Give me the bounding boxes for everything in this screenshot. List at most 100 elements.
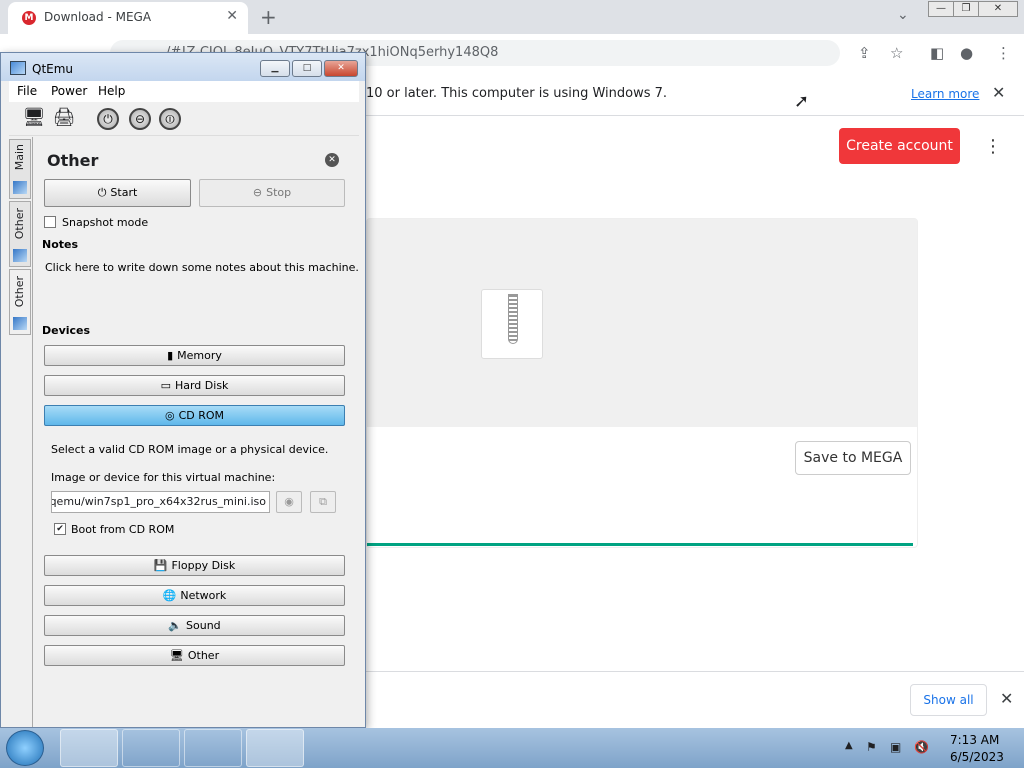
- snapshot-mode-checkbox[interactable]: [44, 216, 56, 228]
- tab-close-icon[interactable]: ✕: [226, 8, 238, 24]
- hard-disk-label: Hard Disk: [174, 379, 229, 392]
- menu-power[interactable]: Power: [51, 84, 87, 98]
- side-tab-other-label: Other: [13, 276, 26, 308]
- qtemu-machine-panel: Other ✕ ⏻ Start ⊖ Stop Snapshot mode Notes…: [32, 137, 359, 727]
- snapshot-mode-label: Snapshot mode: [62, 216, 149, 229]
- network-tray-icon[interactable]: ▣: [890, 740, 901, 754]
- show-all-downloads-button[interactable]: Show all: [910, 684, 987, 716]
- stop-label: Stop: [266, 186, 292, 199]
- save-to-mega-button[interactable]: Save to MEGA: [795, 441, 911, 475]
- boot-from-cdrom-checkbox[interactable]: ✔: [54, 523, 66, 535]
- clock-date[interactable]: 6/5/2023: [950, 750, 1004, 764]
- infobar-close-icon[interactable]: ✕: [992, 83, 1005, 102]
- other-device-button[interactable]: 🖥 Other: [44, 645, 345, 666]
- side-tab-other-2[interactable]: Other: [9, 269, 31, 335]
- network-label: Network: [180, 589, 227, 602]
- browser-tabbar: M Download - MEGA ✕ + ⌄ — ❐ ✕: [0, 0, 1024, 34]
- page-title: Other: [47, 151, 99, 170]
- menu-help[interactable]: Help: [98, 84, 125, 98]
- power-start-icon[interactable]: ⏻: [97, 108, 119, 130]
- qtemu-minimize-button[interactable]: ▁: [260, 60, 290, 77]
- image-label: Image or device for this virtual machine…: [51, 471, 276, 484]
- side-tab-other-label: Other: [13, 208, 26, 240]
- clock-time[interactable]: 7:13 AM: [950, 733, 999, 747]
- notes-field[interactable]: Click here to write down some notes abou…: [45, 261, 359, 274]
- side-tab-other-1[interactable]: Other: [9, 201, 31, 267]
- power-icon: ⏻: [97, 186, 107, 199]
- memory-button[interactable]: ▮ Memory: [44, 345, 345, 366]
- power-stop-icon[interactable]: ⊖: [129, 108, 151, 130]
- devices-heading: Devices: [42, 324, 91, 337]
- downloads-bar-close-icon[interactable]: ✕: [1000, 689, 1013, 708]
- tab-title: Download - MEGA: [44, 10, 152, 24]
- bookmark-star-icon[interactable]: ☆: [890, 44, 903, 62]
- qtemu-maximize-button[interactable]: □: [292, 60, 322, 77]
- cd-rom-label: CD ROM: [178, 409, 225, 422]
- more-options-icon[interactable]: ⋮: [984, 136, 1002, 157]
- qtemu-close-button[interactable]: ✕: [324, 60, 358, 77]
- floppy-label: Floppy Disk: [171, 559, 236, 572]
- download-progress-bar: [367, 543, 913, 546]
- start-button[interactable]: [6, 730, 44, 766]
- open-machine-icon[interactable]: 🖨: [51, 106, 77, 132]
- notes-heading: Notes: [42, 238, 79, 251]
- machine-icon: [13, 317, 27, 330]
- window-minimize-button[interactable]: —: [928, 1, 954, 17]
- sound-button[interactable]: 🔈 Sound: [44, 615, 345, 636]
- learn-more-link[interactable]: Learn more: [911, 87, 979, 101]
- memory-icon: ▮: [167, 349, 174, 362]
- network-globe-icon: 🌐: [162, 589, 177, 602]
- close-machine-icon[interactable]: ✕: [325, 153, 339, 167]
- stop-button[interactable]: ⊖ Stop: [199, 179, 345, 207]
- physical-device-button[interactable]: ◉: [276, 491, 302, 513]
- share-icon[interactable]: ⇪: [858, 44, 871, 62]
- volume-muted-icon[interactable]: 🔇: [914, 740, 929, 754]
- cd-rom-button[interactable]: ◎ CD ROM: [44, 405, 345, 426]
- sound-icon: 🔈: [168, 619, 183, 632]
- taskbar-firefox-icon[interactable]: [122, 729, 180, 767]
- sound-label: Sound: [186, 619, 221, 632]
- side-tab-main[interactable]: Main: [9, 139, 31, 199]
- menu-file[interactable]: File: [17, 84, 37, 98]
- create-account-button[interactable]: Create account: [839, 128, 960, 164]
- window-restore-button[interactable]: ❐: [953, 1, 979, 17]
- qtemu-side-tabs: Main Other Other: [9, 139, 31, 335]
- file-preview-area: [367, 219, 917, 427]
- boot-from-cdrom-label: Boot from CD ROM: [71, 523, 175, 536]
- network-button[interactable]: 🌐 Network: [44, 585, 345, 606]
- machine-icon: [13, 249, 27, 262]
- power-pause-icon[interactable]: ⏼: [159, 108, 181, 130]
- new-machine-icon[interactable]: 🖥: [21, 106, 47, 132]
- side-panel-icon[interactable]: ◧: [930, 44, 944, 62]
- memory-label: Memory: [177, 349, 222, 362]
- file-preview-card: Save to MEGA: [366, 218, 918, 548]
- qtemu-titlebar[interactable]: QtEmu ▁ □ ✕: [1, 53, 365, 81]
- stop-icon: ⊖: [252, 186, 263, 199]
- taskbar-qtemu-icon[interactable]: [246, 729, 304, 767]
- start-label: Start: [110, 186, 138, 199]
- cd-icon: ◎: [164, 409, 175, 422]
- taskbar-chrome-icon[interactable]: [60, 729, 118, 767]
- tab-search-chevron-icon[interactable]: ⌄: [897, 7, 909, 23]
- tab-download-mega[interactable]: M Download - MEGA ✕: [8, 2, 248, 34]
- browser-menu-icon[interactable]: ⋮: [996, 44, 1011, 62]
- cd-image-path-value: ads/qemu/win7sp1_pro_x64x32rus_mini.iso: [51, 495, 266, 508]
- monitor-icon: 🖥: [169, 649, 184, 662]
- hard-disk-button[interactable]: ▭ Hard Disk: [44, 375, 345, 396]
- floppy-icon: 💾: [153, 559, 168, 572]
- window-close-button[interactable]: ✕: [978, 1, 1018, 17]
- taskbar-explorer-icon[interactable]: [184, 729, 242, 767]
- qtemu-window: QtEmu ▁ □ ✕ File Power Help 🖥 🖨 ⏻ ⊖ ⏼ Ma…: [0, 52, 366, 728]
- start-button[interactable]: ⏻ Start: [44, 179, 191, 207]
- new-tab-button[interactable]: +: [260, 5, 277, 29]
- qtemu-menubar: File Power Help: [9, 81, 359, 102]
- browse-image-button[interactable]: ⧉: [310, 491, 336, 513]
- profile-avatar-icon[interactable]: ●: [960, 44, 973, 62]
- mega-favicon-icon: M: [22, 11, 36, 25]
- disc-icon: ◉: [284, 495, 294, 508]
- tray-overflow-icon[interactable]: ▲: [845, 740, 853, 751]
- cd-image-path-input[interactable]: ads/qemu/win7sp1_pro_x64x32rus_mini.iso: [51, 491, 270, 513]
- action-center-icon[interactable]: ⚑: [866, 740, 877, 754]
- floppy-disk-button[interactable]: 💾 Floppy Disk: [44, 555, 345, 576]
- cd-rom-hint: Select a valid CD ROM image or a physica…: [51, 443, 329, 456]
